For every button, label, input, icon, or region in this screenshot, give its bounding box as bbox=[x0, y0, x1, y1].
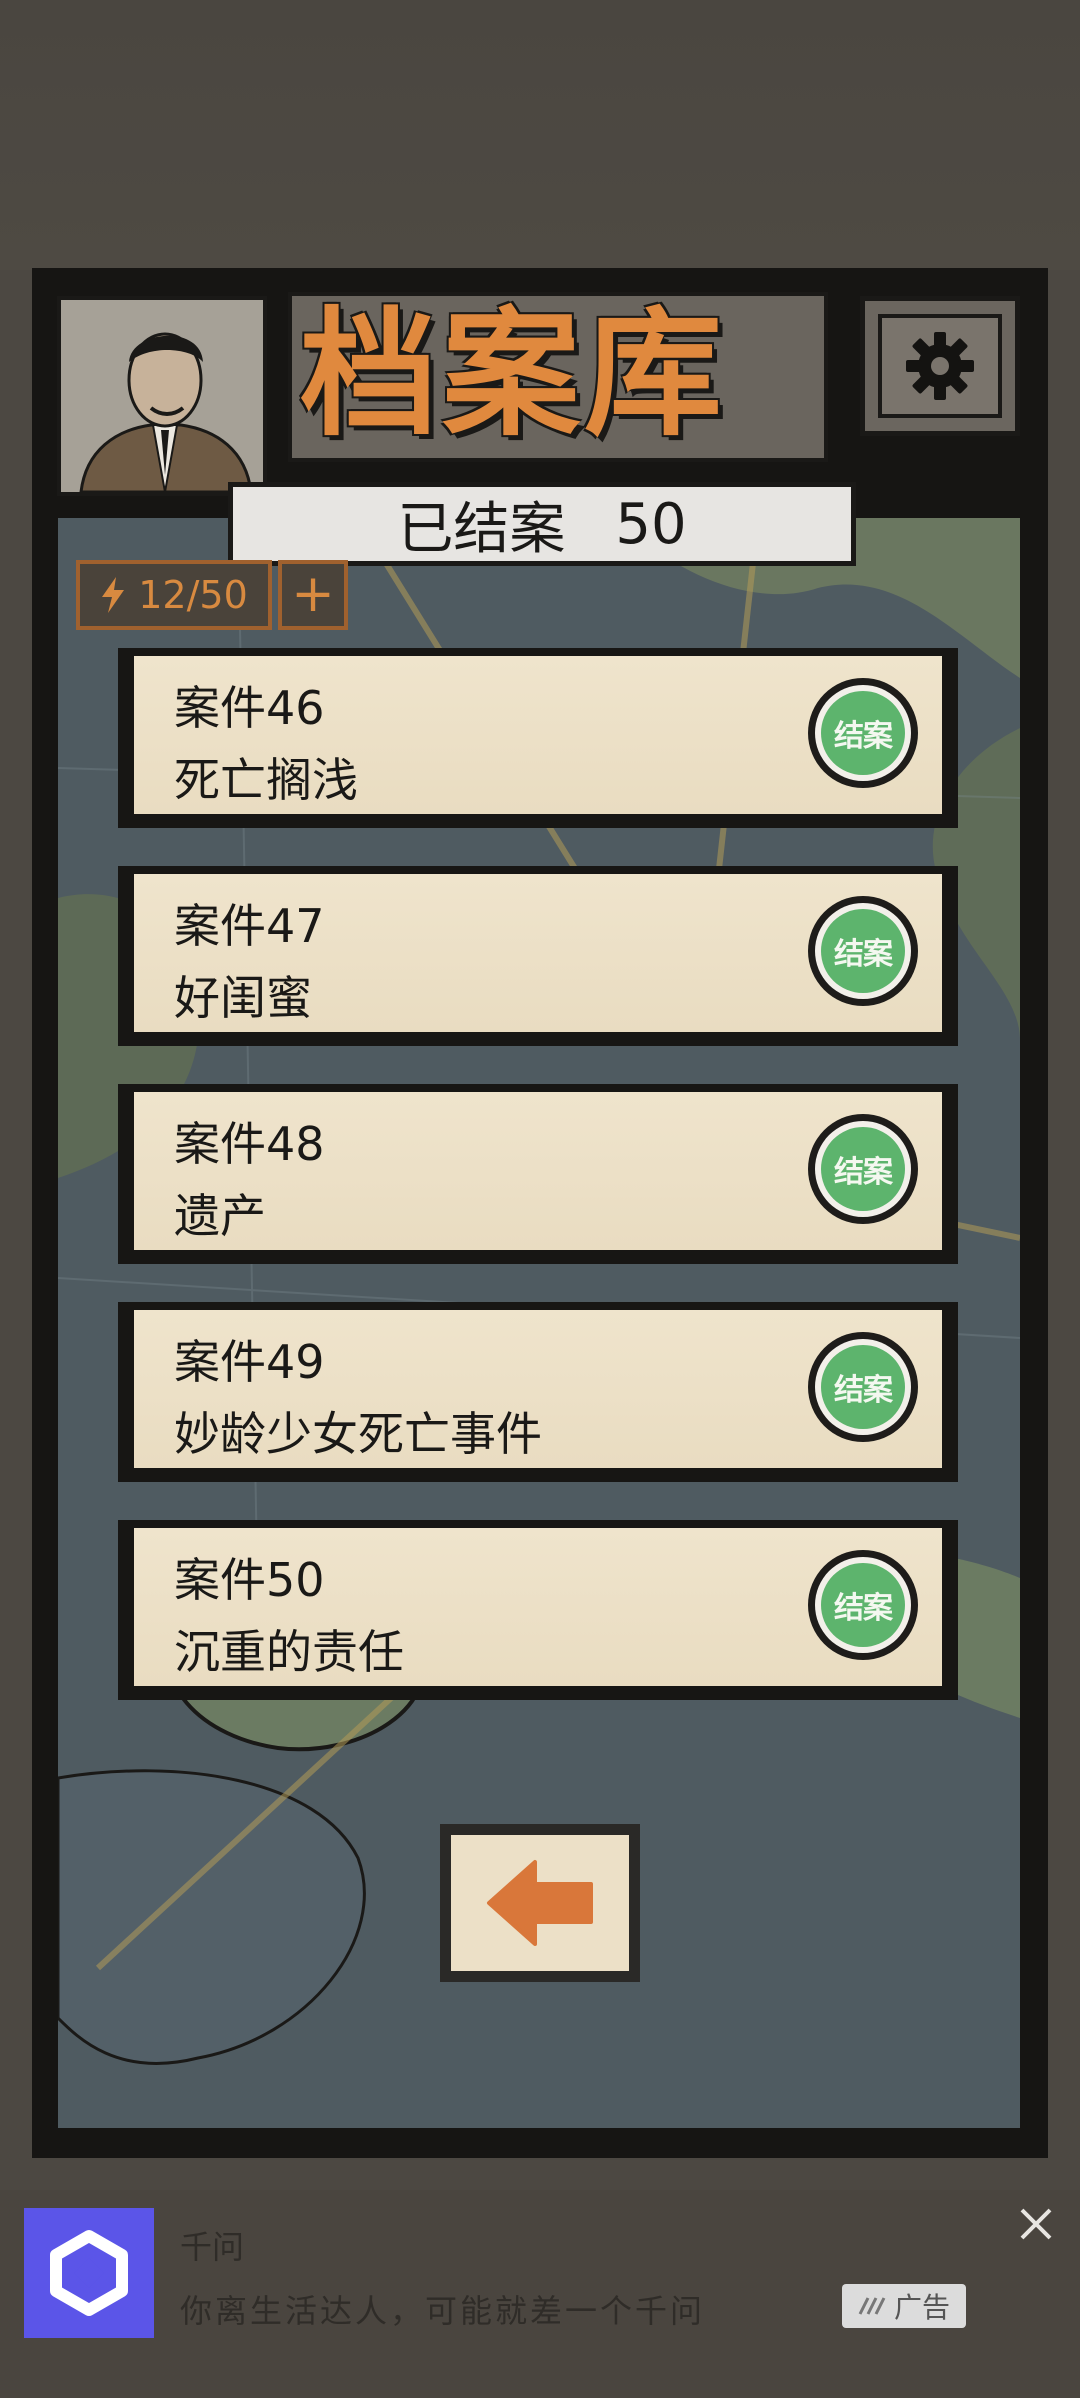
energy-value: 12/50 bbox=[138, 573, 248, 617]
ad-title: 千问 bbox=[180, 2228, 245, 2266]
case-number: 案件49 bbox=[174, 1335, 325, 1389]
ad-text: 你离生活达人，可能就差一个千问 bbox=[180, 2292, 706, 2330]
case-card[interactable]: 案件47 好闺蜜 结案 bbox=[118, 866, 958, 1046]
case-card[interactable]: 案件49 妙龄少女死亡事件 结案 bbox=[118, 1302, 958, 1482]
add-energy-button[interactable]: + bbox=[278, 560, 348, 630]
close-icon bbox=[1020, 2208, 1052, 2240]
back-button[interactable] bbox=[440, 1824, 640, 1982]
closed-cases-count: 50 bbox=[615, 491, 687, 557]
closed-stamp-label: 结案 bbox=[821, 1127, 905, 1211]
case-title: 好闺蜜 bbox=[174, 971, 312, 1025]
case-card[interactable]: 案件48 遗产 结案 bbox=[118, 1084, 958, 1264]
closed-stamp-icon: 结案 bbox=[808, 1114, 918, 1224]
case-number: 案件48 bbox=[174, 1117, 325, 1171]
closed-stamp-icon: 结案 bbox=[808, 678, 918, 788]
arrow-left-icon bbox=[487, 1860, 593, 1946]
case-card[interactable]: 案件50 沉重的责任 结案 bbox=[118, 1520, 958, 1700]
detective-portrait bbox=[57, 296, 267, 496]
ad-badge-label: 广告 bbox=[893, 2291, 950, 2324]
closed-stamp-icon: 结案 bbox=[808, 1550, 918, 1660]
closed-stamp-icon: 结案 bbox=[808, 1332, 918, 1442]
energy-counter: 12/50 bbox=[76, 560, 272, 630]
closed-cases-banner: 已结案 50 bbox=[228, 482, 856, 566]
closed-stamp-label: 结案 bbox=[821, 1563, 905, 1647]
case-number: 案件46 bbox=[174, 681, 325, 735]
case-number: 案件47 bbox=[174, 899, 325, 953]
close-ad-button[interactable] bbox=[1016, 2204, 1056, 2244]
case-card[interactable]: 案件46 死亡搁浅 结案 bbox=[118, 648, 958, 828]
gear-icon bbox=[906, 332, 974, 400]
case-title: 妙龄少女死亡事件 bbox=[174, 1407, 542, 1461]
ad-mark-icon bbox=[858, 2297, 886, 2315]
case-title: 死亡搁浅 bbox=[174, 753, 358, 807]
closed-stamp-label: 结案 bbox=[821, 909, 905, 993]
qianwen-logo-icon[interactable] bbox=[24, 2208, 154, 2338]
lightning-icon bbox=[102, 577, 125, 613]
page-title: 档案库 bbox=[300, 294, 727, 455]
case-title: 遗产 bbox=[174, 1189, 266, 1243]
settings-button[interactable] bbox=[860, 296, 1020, 436]
case-title: 沉重的责任 bbox=[174, 1625, 404, 1679]
ad-badge: 广告 bbox=[842, 2284, 966, 2328]
closed-stamp-label: 结案 bbox=[821, 691, 905, 775]
closed-cases-label: 已结案 bbox=[397, 496, 566, 562]
closed-stamp-icon: 结案 bbox=[808, 896, 918, 1006]
closed-stamp-label: 结案 bbox=[821, 1345, 905, 1429]
case-number: 案件50 bbox=[174, 1553, 325, 1607]
